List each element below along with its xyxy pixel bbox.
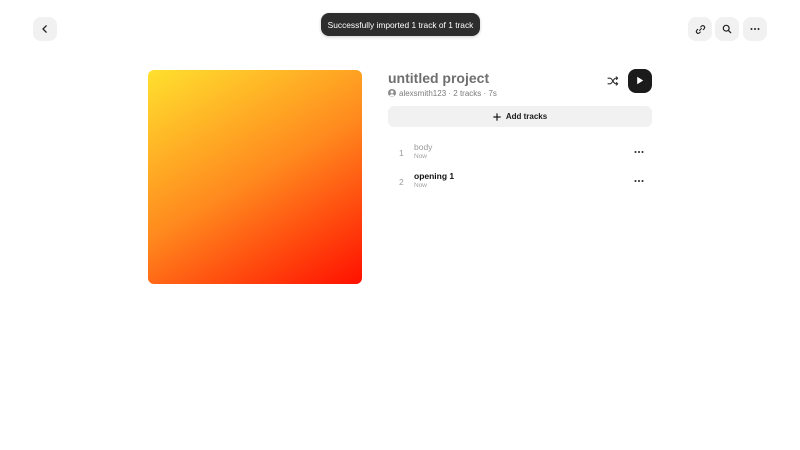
project-page: Successfully imported 1 track of 1 track bbox=[0, 0, 800, 450]
track-row[interactable]: 1 body Now bbox=[388, 141, 652, 165]
track-more-icon[interactable] bbox=[632, 174, 646, 188]
project-meta: alexsmith123 · 2 tracks · 7s bbox=[388, 88, 497, 98]
track-name: opening 1 bbox=[414, 171, 455, 181]
more-horizontal-icon bbox=[750, 27, 760, 31]
track-number: 2 bbox=[399, 177, 404, 187]
track-number: 1 bbox=[399, 148, 404, 158]
toast-message: Successfully imported 1 track of 1 track bbox=[327, 19, 474, 30]
copy-link-button[interactable] bbox=[688, 17, 712, 41]
track-time: Now bbox=[414, 153, 428, 160]
track-more-icon[interactable] bbox=[632, 145, 646, 159]
avatar bbox=[388, 89, 396, 97]
track-time: Now bbox=[414, 182, 428, 189]
add-tracks-label: Add tracks bbox=[505, 112, 548, 121]
plus-icon bbox=[493, 112, 501, 121]
play-button[interactable] bbox=[628, 69, 652, 93]
link-icon bbox=[695, 24, 706, 35]
chevron-left-icon bbox=[40, 24, 50, 34]
more-options-button[interactable] bbox=[743, 17, 767, 41]
back-button[interactable] bbox=[33, 17, 57, 41]
project-duration: 7s bbox=[488, 88, 497, 98]
play-icon bbox=[636, 72, 644, 90]
track-name: body bbox=[414, 142, 433, 152]
add-tracks-button[interactable]: Add tracks bbox=[388, 106, 652, 127]
project-cover-art bbox=[148, 70, 362, 284]
owner-name: alexsmith123 bbox=[399, 88, 447, 98]
track-row[interactable]: 2 opening 1 Now bbox=[388, 170, 652, 194]
import-toast: Successfully imported 1 track of 1 track bbox=[321, 13, 480, 36]
shuffle-icon bbox=[607, 73, 619, 91]
project-title: untitled project bbox=[388, 70, 490, 86]
search-icon bbox=[722, 24, 732, 34]
track-count: 2 tracks bbox=[453, 88, 482, 98]
search-button[interactable] bbox=[715, 17, 739, 41]
shuffle-button[interactable] bbox=[604, 73, 622, 91]
